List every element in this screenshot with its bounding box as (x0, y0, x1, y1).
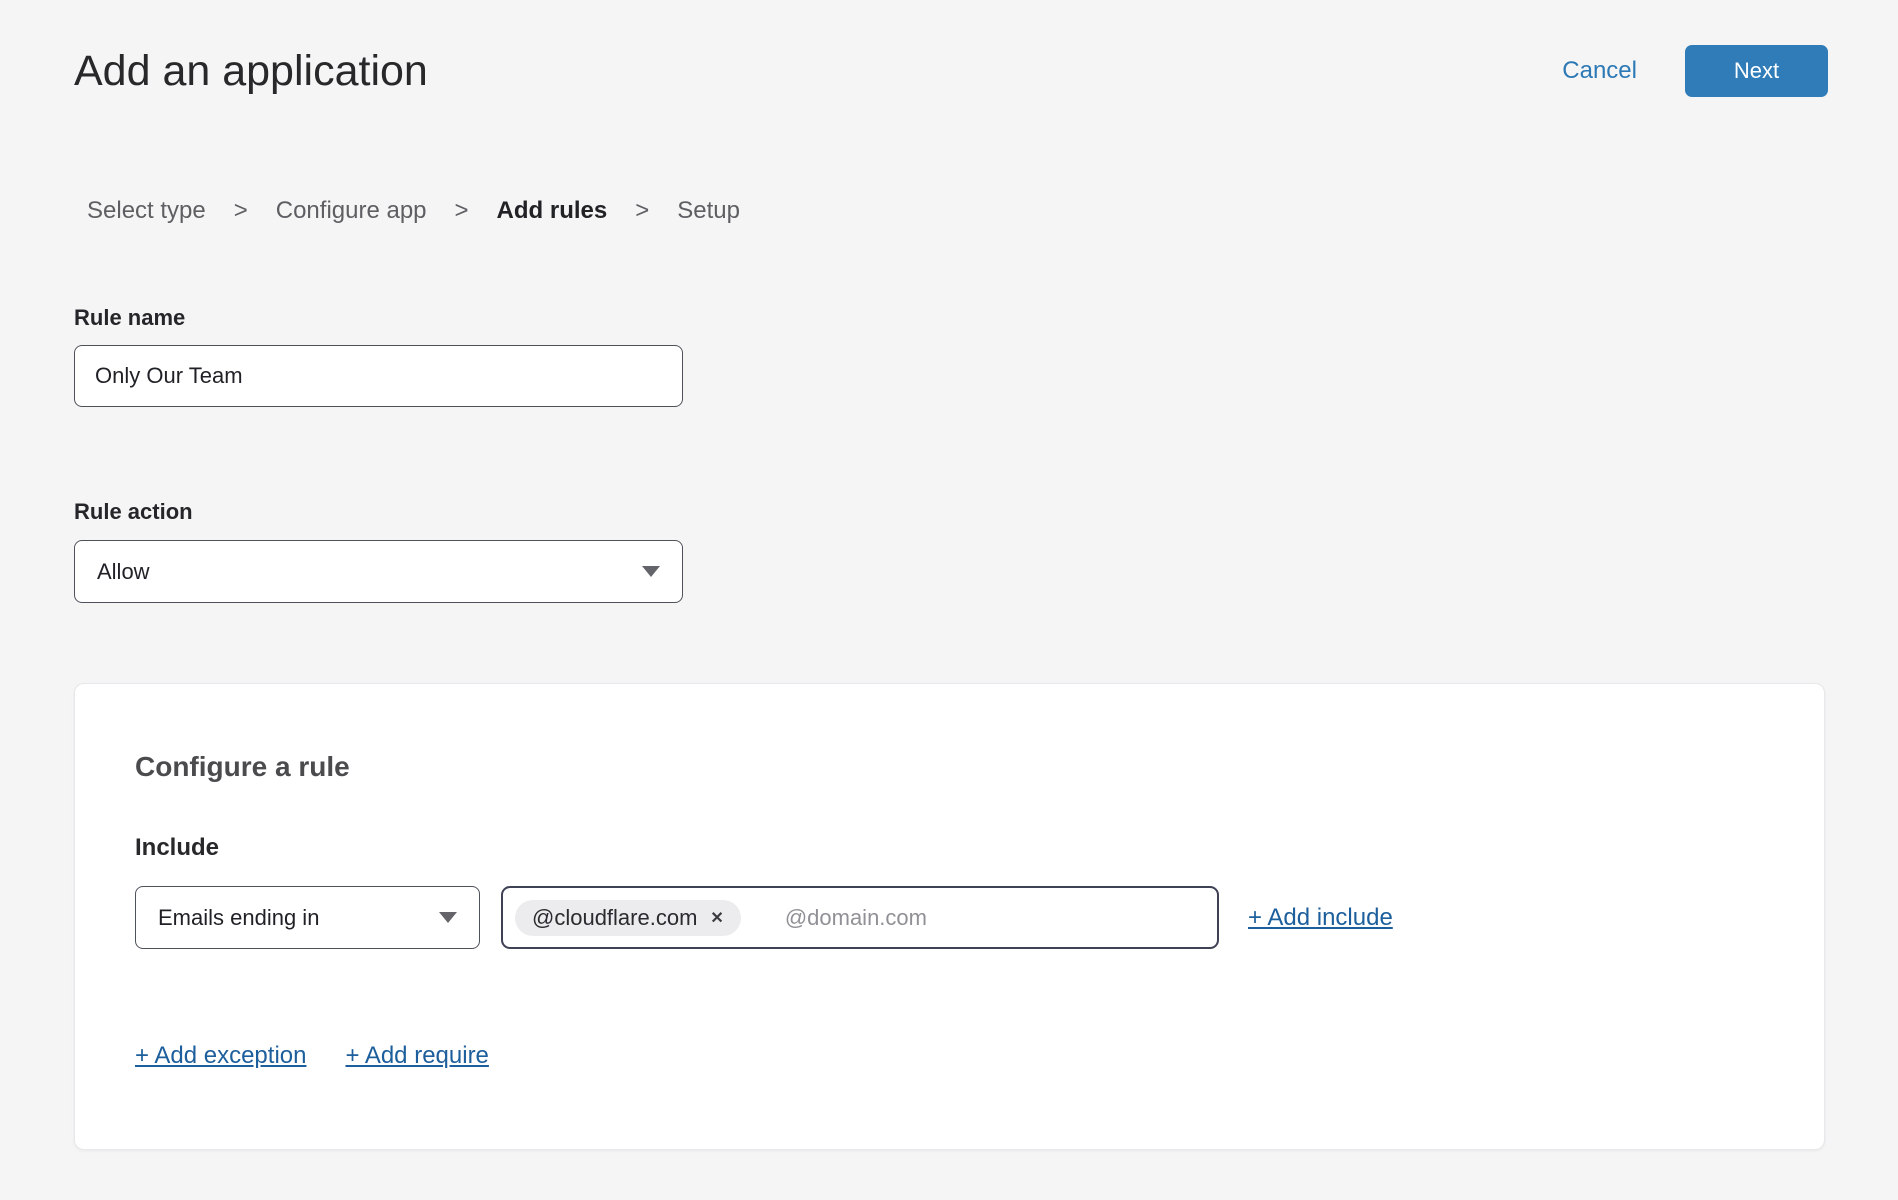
add-include-link[interactable]: + Add include (1248, 903, 1393, 933)
page-title: Add an application (74, 44, 428, 98)
include-selector-select[interactable]: Emails ending in (135, 886, 480, 949)
rule-action-label: Rule action (74, 498, 1898, 526)
rule-name-input[interactable] (74, 345, 683, 407)
card-title: Configure a rule (135, 684, 1764, 784)
header-actions: Cancel Next (1562, 45, 1828, 97)
breadcrumb-step-configure-app[interactable]: Configure app (276, 196, 427, 226)
page-header: Add an application Cancel Next (74, 0, 1898, 98)
rule-action-selected-value: Allow (97, 559, 150, 585)
add-application-page: Add an application Cancel Next Select ty… (0, 0, 1898, 1200)
chevron-down-icon (642, 566, 660, 577)
add-require-link[interactable]: + Add require (345, 1041, 488, 1071)
email-domain-chip: @cloudflare.com ✕ (515, 900, 741, 936)
email-domains-tag-input[interactable]: @cloudflare.com ✕ (501, 886, 1219, 949)
email-domain-input[interactable] (783, 904, 1205, 932)
breadcrumb-step-select-type[interactable]: Select type (87, 196, 206, 226)
add-exception-link[interactable]: + Add exception (135, 1041, 306, 1071)
configure-rule-card: Configure a rule Include Emails ending i… (74, 683, 1825, 1150)
include-label: Include (135, 833, 1764, 863)
include-selector-value: Emails ending in (158, 905, 319, 931)
breadcrumb-separator: > (455, 196, 469, 226)
remove-tag-icon[interactable]: ✕ (710, 908, 723, 928)
email-domain-chip-label: @cloudflare.com (532, 905, 697, 931)
include-row: Emails ending in @cloudflare.com ✕ + Add… (135, 886, 1764, 949)
breadcrumb-separator: > (635, 196, 649, 226)
breadcrumb: Select type > Configure app > Add rules … (74, 196, 1898, 226)
next-button[interactable]: Next (1685, 45, 1828, 97)
rule-action-select[interactable]: Allow (74, 540, 683, 603)
card-links: + Add exception + Add require (135, 1041, 1764, 1071)
breadcrumb-step-setup[interactable]: Setup (677, 196, 740, 226)
breadcrumb-separator: > (234, 196, 248, 226)
breadcrumb-step-add-rules[interactable]: Add rules (497, 196, 608, 226)
rule-name-label: Rule name (74, 304, 1898, 332)
chevron-down-icon (439, 912, 457, 923)
cancel-button[interactable]: Cancel (1562, 57, 1637, 85)
